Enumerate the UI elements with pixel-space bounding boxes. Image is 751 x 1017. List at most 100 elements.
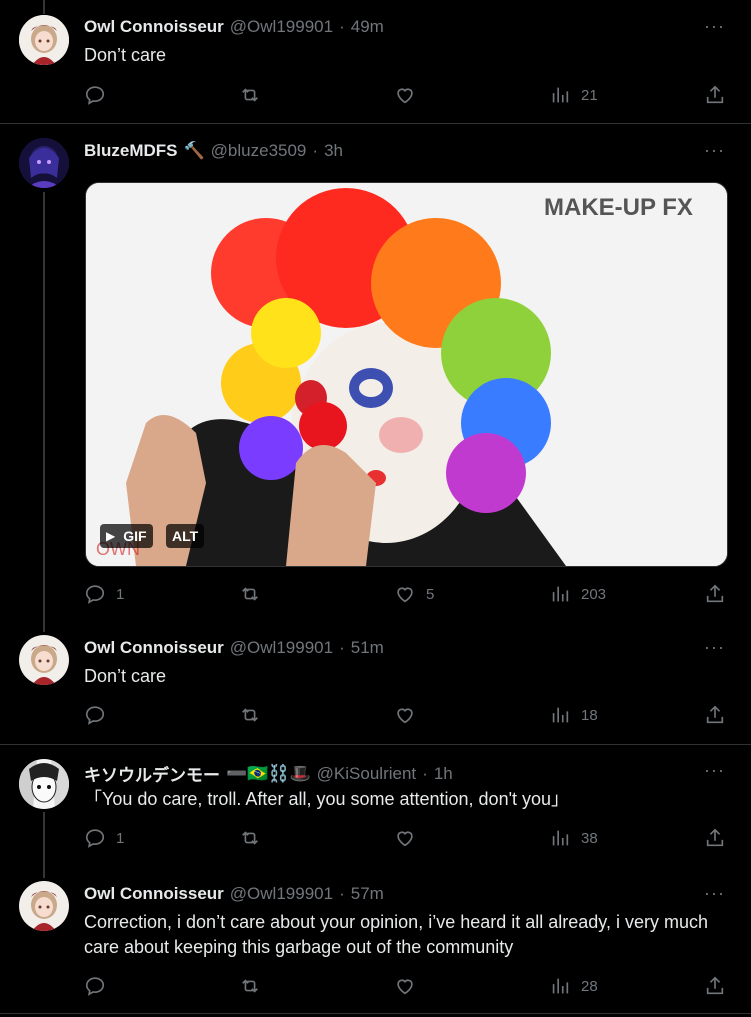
alt-badge[interactable]: ALT: [166, 524, 205, 548]
reply-button[interactable]: 1: [84, 827, 124, 849]
timestamp[interactable]: 1h: [434, 764, 453, 784]
repost-button[interactable]: [239, 583, 271, 605]
like-button[interactable]: [394, 975, 426, 997]
user-handle[interactable]: @KiSoulrient: [317, 764, 416, 784]
avatar[interactable]: [19, 15, 69, 65]
timestamp[interactable]: 49m: [351, 17, 384, 37]
tweet[interactable]: キソウルデンモー ➖🇧🇷⛓️🎩 @KiSoulrient · 1h ··· 「Y…: [0, 745, 751, 870]
heart-icon: [397, 831, 413, 847]
gif-label: GIF: [123, 528, 147, 544]
like-button[interactable]: [394, 84, 426, 106]
analytics-icon: [552, 87, 569, 103]
share-button[interactable]: [704, 84, 726, 106]
avatar[interactable]: [19, 881, 69, 931]
timestamp[interactable]: 57m: [351, 884, 384, 904]
repost-button[interactable]: [239, 975, 271, 997]
separator-dot: ·: [312, 141, 319, 160]
reply-button[interactable]: [84, 704, 116, 726]
reply-count: 1: [116, 829, 125, 847]
reply-button[interactable]: 1: [84, 583, 124, 605]
view-count: 38: [581, 829, 598, 847]
share-icon: [706, 584, 724, 603]
timestamp[interactable]: 3h: [324, 141, 343, 161]
views-button[interactable]: 18: [549, 704, 598, 726]
view-count: 18: [581, 706, 598, 724]
avatar[interactable]: [19, 138, 69, 188]
tweet-actions: 1 38: [84, 827, 730, 851]
like-button[interactable]: [394, 827, 426, 849]
name-emoji: ➖🇧🇷⛓️🎩: [226, 763, 311, 783]
repost-icon: [242, 88, 258, 102]
gif-media[interactable]: MAKE-UP FX OWN ▶ GIF ALT: [85, 182, 728, 567]
share-button[interactable]: [704, 975, 726, 997]
tweet-header: キソウルデンモー ➖🇧🇷⛓️🎩 @KiSoulrient · 1h: [84, 761, 453, 786]
reply-count: 1: [116, 585, 125, 603]
user-handle[interactable]: @bluze3509: [211, 141, 307, 161]
alt-label: ALT: [172, 528, 199, 544]
reply-icon: [85, 829, 105, 848]
user-handle[interactable]: @Owl199901: [230, 884, 333, 904]
display-name[interactable]: キソウルデンモー: [84, 761, 220, 786]
tweet-text: Don’t care: [84, 666, 167, 686]
repost-button[interactable]: [239, 84, 271, 106]
display-name[interactable]: Owl Connoisseur: [84, 884, 224, 904]
avatar[interactable]: [19, 759, 69, 809]
more-options-icon[interactable]: ···: [704, 140, 725, 161]
tweet-text: Correction, i don’t care about your opin…: [84, 912, 708, 957]
like-button[interactable]: 5: [394, 583, 434, 605]
more-options-icon[interactable]: ···: [704, 760, 725, 781]
display-name[interactable]: BluzeMDFS: [84, 141, 178, 161]
avatar[interactable]: [19, 635, 69, 685]
views-button[interactable]: 28: [549, 975, 598, 997]
reply-button[interactable]: [84, 84, 116, 106]
repost-icon: [242, 831, 258, 845]
reply-icon: [85, 86, 105, 105]
display-name[interactable]: Owl Connoisseur: [84, 17, 224, 37]
tweet-actions: 18: [84, 704, 730, 728]
share-icon: [706, 85, 724, 104]
timestamp[interactable]: 51m: [351, 638, 384, 658]
share-icon: [706, 828, 724, 847]
share-icon: [706, 976, 724, 995]
repost-icon: [242, 587, 258, 601]
repost-button[interactable]: [239, 827, 271, 849]
like-button[interactable]: [394, 704, 426, 726]
share-button[interactable]: [704, 827, 726, 849]
avatar-image: [19, 635, 69, 685]
repost-icon: [242, 708, 258, 722]
more-options-icon[interactable]: ···: [704, 16, 725, 37]
tweet-header: Owl Connoisseur @Owl199901 · 57m: [84, 884, 384, 904]
like-count: 5: [426, 585, 435, 603]
tweet[interactable]: Owl Connoisseur @Owl199901 · 51m ··· Don…: [0, 624, 751, 744]
tweet[interactable]: Owl Connoisseur @Owl199901 · 49m ··· Don…: [0, 0, 751, 123]
analytics-icon: [552, 586, 569, 602]
display-name[interactable]: Owl Connoisseur: [84, 638, 224, 658]
more-options-icon[interactable]: ···: [704, 637, 725, 658]
more-options-icon[interactable]: ···: [704, 883, 725, 904]
user-handle[interactable]: @Owl199901: [230, 638, 333, 658]
share-button[interactable]: [704, 704, 726, 726]
tweet[interactable]: BluzeMDFS 🔨 @bluze3509 · 3h ··· MAKE-UP …: [0, 124, 751, 624]
tweet-actions: 28: [84, 975, 730, 999]
reply-icon: [85, 706, 105, 725]
gif-badge[interactable]: ▶ GIF: [100, 524, 153, 548]
heart-icon: [397, 979, 413, 995]
share-button[interactable]: [704, 583, 726, 605]
views-button[interactable]: 38: [549, 827, 598, 849]
views-button[interactable]: 21: [549, 84, 598, 106]
tweet-actions: 21: [84, 84, 730, 108]
reply-button[interactable]: [84, 975, 116, 997]
tweet-actions: 1 5 203: [84, 583, 730, 607]
views-button[interactable]: 203: [549, 583, 606, 605]
hammer-icon: 🔨: [183, 141, 205, 160]
repost-button[interactable]: [239, 704, 271, 726]
user-handle[interactable]: @Owl199901: [230, 17, 333, 37]
tweet[interactable]: Owl Connoisseur @Owl199901 · 57m ··· Cor…: [0, 870, 751, 1013]
watermark-text: MAKE-UP FX: [544, 194, 693, 221]
avatar-image: [19, 15, 69, 65]
separator-dot: ·: [339, 884, 345, 903]
tweet-header: BluzeMDFS 🔨 @bluze3509 · 3h: [84, 141, 343, 161]
view-count: 203: [581, 585, 607, 603]
play-icon: ▶: [106, 529, 116, 543]
avatar-image: [19, 881, 69, 931]
